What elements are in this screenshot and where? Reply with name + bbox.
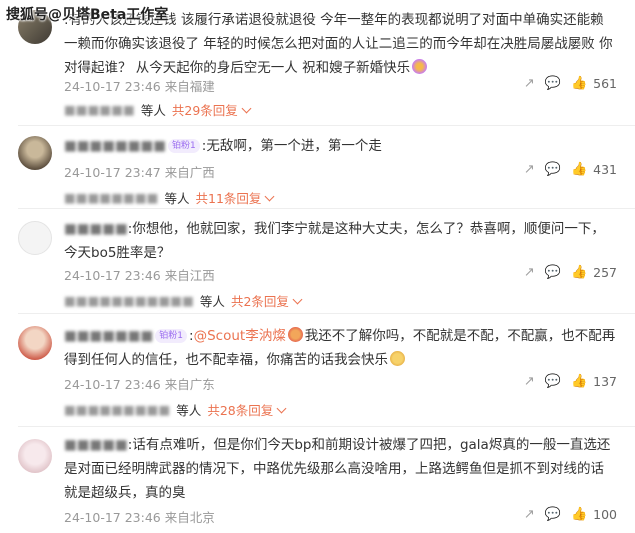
timestamp: 24-10-17 23:46 来自广东 (64, 377, 215, 392)
like-button[interactable]: 👍 100 (571, 507, 617, 522)
view-replies-link[interactable]: 共11条回复 (196, 188, 274, 207)
comment-icon[interactable]: 💬 (545, 162, 561, 177)
reply-others: 等人 (164, 190, 190, 206)
comment-icon[interactable]: 💬 (545, 374, 561, 389)
thumbs-up-icon: 👍 (570, 265, 588, 280)
share-icon[interactable]: ↗ (524, 374, 535, 389)
comment-icon[interactable]: 💬 (545, 265, 561, 280)
comment-body: ■■■■■:你想他，他就回家，我们李宁就是这种大丈夫，怎么了？恭喜啊，顺便问一下… (64, 217, 617, 265)
avatar[interactable] (18, 136, 52, 170)
divider (18, 313, 635, 314)
reply-username[interactable]: ■■■■■■■■ (64, 190, 158, 205)
like-count: 561 (593, 76, 617, 91)
comment-meta: 24-10-17 23:47 来自广西 ↗ 💬 👍 431 (64, 162, 617, 182)
username[interactable]: ■■■■■■■■ (64, 138, 166, 154)
thumbs-up-icon: 👍 (570, 76, 588, 91)
divider (18, 125, 635, 126)
like-count: 100 (593, 507, 617, 522)
comment-text: :话有点难听，但是你们今天bp和前期设计被爆了四把，gala烬真的一般一直选还是… (64, 437, 611, 501)
view-replies-link[interactable]: 共29条回复 (172, 100, 250, 119)
watermark: 搜狐号@贝塔Beta工作室 (6, 7, 169, 23)
reply-summary: ■■■■■■ 等人 共29条回复 (64, 100, 250, 118)
username[interactable]: ■■■■■ (64, 221, 128, 237)
share-icon[interactable]: ↗ (524, 162, 535, 177)
reply-username[interactable]: ■■■■■■■■■■■ (64, 293, 194, 308)
reply-others: 等人 (199, 293, 225, 309)
comment-meta: 24-10-17 23:46 来自北京 ↗ 💬 👍 100 (64, 507, 617, 527)
divider (18, 208, 635, 209)
comment-meta: 24-10-17 23:46 来自福建 ↗ 💬 👍 561 (64, 76, 617, 96)
timestamp: 24-10-17 23:46 来自北京 (64, 510, 215, 525)
reply-summary: ■■■■■■■■■ 等人 共28条回复 (64, 400, 285, 418)
share-icon[interactable]: ↗ (524, 76, 535, 91)
comment-icon[interactable]: 💬 (545, 507, 561, 522)
comment-meta: 24-10-17 23:46 来自江西 ↗ 💬 👍 257 (64, 265, 617, 285)
avatar[interactable] (18, 326, 52, 360)
comment-meta: 24-10-17 23:46 来自广东 ↗ 💬 👍 137 (64, 374, 617, 394)
avatar[interactable] (18, 221, 52, 255)
timestamp: 24-10-17 23:46 来自江西 (64, 268, 215, 283)
view-replies-link[interactable]: 共2条回复 (231, 291, 301, 310)
fan-badge: 铂粉1 (168, 139, 200, 153)
username[interactable]: ■■■■■■■ (64, 328, 153, 344)
like-button[interactable]: 👍 561 (571, 76, 617, 91)
share-icon[interactable]: ↗ (524, 507, 535, 522)
mention-link[interactable]: @Scout李汭燦 (194, 328, 286, 344)
comment-body: ■■■■■■■ 铂粉1:@Scout李汭燦 我还不了解你吗，不配就是不配，不配赢，也… (64, 327, 616, 368)
like-button[interactable]: 👍 431 (571, 162, 617, 177)
reply-summary: ■■■■■■■■ 等人 共11条回复 (64, 188, 273, 206)
comment-text: :你想他，他就回家，我们李宁就是这种大丈夫，怎么了？恭喜啊，顺便问一下，今天bo… (64, 221, 605, 261)
share-icon[interactable]: ↗ (524, 265, 535, 280)
like-button[interactable]: 👍 137 (571, 374, 617, 389)
reply-summary: ■■■■■■■■■■■ 等人 共2条回复 (64, 291, 301, 309)
kiss-emoji-icon (287, 327, 303, 342)
comment-body: ■■■■■:话有点难听，但是你们今天bp和前期设计被爆了四把，gala烬真的一般… (64, 433, 617, 505)
thumbs-up-icon: 👍 (570, 374, 588, 389)
username[interactable]: ■■■■■ (64, 437, 128, 453)
reply-others: 等人 (140, 102, 166, 118)
grin-emoji-icon (390, 351, 405, 366)
comment-body: ■■■■■■■■ 铂粉1:无敌啊，第一个进，第一个走 (64, 134, 617, 158)
view-replies-link[interactable]: 共28条回复 (207, 400, 285, 419)
reply-others: 等人 (176, 402, 202, 418)
fan-badge: 铂粉1 (155, 329, 188, 343)
avatar[interactable] (18, 439, 52, 473)
comment-text: :无敌啊，第一个进，第一个走 (201, 138, 382, 154)
reply-username[interactable]: ■■■■■■ (64, 102, 135, 117)
divider (18, 426, 635, 427)
comment-icon[interactable]: 💬 (545, 76, 561, 91)
party-emoji-icon (412, 59, 428, 74)
timestamp: 24-10-17 23:47 来自广西 (64, 165, 215, 180)
thumbs-up-icon: 👍 (570, 507, 588, 522)
like-count: 431 (593, 162, 617, 177)
timestamp: 24-10-17 23:46 来自福建 (64, 79, 215, 94)
thumbs-up-icon: 👍 (570, 162, 588, 177)
like-count: 257 (593, 265, 617, 280)
like-button[interactable]: 👍 257 (571, 265, 617, 280)
like-count: 137 (593, 374, 617, 389)
reply-username[interactable]: ■■■■■■■■■ (64, 402, 170, 417)
